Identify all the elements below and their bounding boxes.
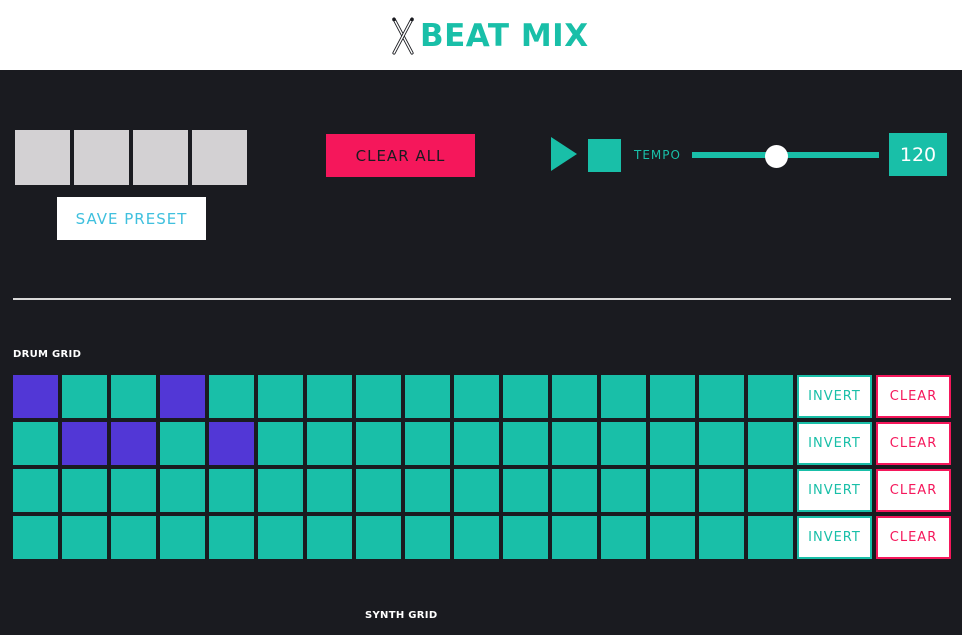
drum-cell[interactable] xyxy=(62,375,107,418)
save-preset-button[interactable]: SAVE PRESET xyxy=(57,197,206,240)
preset-slot-1[interactable] xyxy=(15,130,70,185)
drum-cell[interactable] xyxy=(160,422,205,465)
tempo-value: 120 xyxy=(889,133,947,176)
invert-button[interactable]: INVERT xyxy=(797,469,872,512)
app-header: BEAT MIX xyxy=(0,0,962,70)
preset-slot-4[interactable] xyxy=(192,130,247,185)
app-title: BEAT MIX xyxy=(420,18,589,54)
drum-row: INVERT CLEAR xyxy=(13,375,951,418)
drum-cell[interactable] xyxy=(111,375,156,418)
drum-row: INVERT CLEAR xyxy=(13,516,951,559)
drum-cell[interactable] xyxy=(356,516,401,559)
drum-cell[interactable] xyxy=(356,469,401,512)
drum-cell[interactable] xyxy=(13,375,58,418)
drum-cell[interactable] xyxy=(748,422,793,465)
drum-cell[interactable] xyxy=(111,516,156,559)
drum-cell[interactable] xyxy=(552,422,597,465)
drum-cell[interactable] xyxy=(62,516,107,559)
drum-cell[interactable] xyxy=(13,516,58,559)
drum-cell[interactable] xyxy=(748,375,793,418)
drum-row: INVERT CLEAR xyxy=(13,422,951,465)
drum-cell[interactable] xyxy=(356,422,401,465)
drum-cell[interactable] xyxy=(258,375,303,418)
clear-row-button[interactable]: CLEAR xyxy=(876,469,951,512)
drum-cell[interactable] xyxy=(405,375,450,418)
drum-cell[interactable] xyxy=(258,516,303,559)
drum-cell[interactable] xyxy=(13,469,58,512)
drum-cell[interactable] xyxy=(160,469,205,512)
drum-cell[interactable] xyxy=(552,375,597,418)
drum-row: INVERT CLEAR xyxy=(13,469,951,512)
drum-cell[interactable] xyxy=(454,516,499,559)
drum-cell[interactable] xyxy=(356,375,401,418)
drum-cell[interactable] xyxy=(650,469,695,512)
drum-cell[interactable] xyxy=(552,516,597,559)
drum-cell[interactable] xyxy=(503,516,548,559)
drum-cell[interactable] xyxy=(454,375,499,418)
drum-cell[interactable] xyxy=(699,422,744,465)
drum-cell[interactable] xyxy=(503,422,548,465)
drum-cell[interactable] xyxy=(650,422,695,465)
drum-cell[interactable] xyxy=(503,375,548,418)
drum-cell[interactable] xyxy=(601,375,646,418)
synth-grid-label: SYNTH GRID xyxy=(365,610,438,621)
invert-button[interactable]: INVERT xyxy=(797,375,872,418)
drum-cell[interactable] xyxy=(209,375,254,418)
drum-cell[interactable] xyxy=(405,516,450,559)
drum-cell[interactable] xyxy=(209,516,254,559)
play-icon[interactable] xyxy=(550,136,578,172)
drum-cell[interactable] xyxy=(650,516,695,559)
drum-cell[interactable] xyxy=(699,469,744,512)
drumsticks-icon xyxy=(392,17,414,55)
drum-cell[interactable] xyxy=(748,469,793,512)
drum-cell[interactable] xyxy=(62,422,107,465)
preset-slot-3[interactable] xyxy=(133,130,188,185)
drum-cell[interactable] xyxy=(258,469,303,512)
preset-slot-2[interactable] xyxy=(74,130,129,185)
drum-cell[interactable] xyxy=(503,469,548,512)
clear-row-button[interactable]: CLEAR xyxy=(876,375,951,418)
invert-button[interactable]: INVERT xyxy=(797,422,872,465)
section-divider xyxy=(13,298,951,300)
drum-cell[interactable] xyxy=(111,422,156,465)
drum-cell[interactable] xyxy=(160,516,205,559)
drum-cell[interactable] xyxy=(209,422,254,465)
drum-cell[interactable] xyxy=(307,516,352,559)
drum-cell[interactable] xyxy=(601,422,646,465)
drum-cell[interactable] xyxy=(13,422,58,465)
drum-cell[interactable] xyxy=(650,375,695,418)
drum-cell[interactable] xyxy=(699,516,744,559)
drum-grid: INVERT CLEAR INVERT CLEAR INVERT CLEAR INVERT C… xyxy=(13,375,951,563)
drum-cell[interactable] xyxy=(307,375,352,418)
drum-cell[interactable] xyxy=(454,422,499,465)
drum-cell[interactable] xyxy=(209,469,254,512)
drum-cell[interactable] xyxy=(62,469,107,512)
drum-cell[interactable] xyxy=(405,422,450,465)
stop-icon[interactable] xyxy=(588,139,621,172)
drum-cell[interactable] xyxy=(258,422,303,465)
drum-cell[interactable] xyxy=(307,422,352,465)
drum-cell[interactable] xyxy=(552,469,597,512)
drum-cell[interactable] xyxy=(160,375,205,418)
tempo-slider-thumb[interactable] xyxy=(765,145,788,168)
invert-button[interactable]: INVERT xyxy=(797,516,872,559)
main-panel: SAVE PRESET CLEAR ALL TEMPO 120 DRUM GRI… xyxy=(0,70,962,635)
clear-all-button[interactable]: CLEAR ALL xyxy=(326,134,475,177)
logo: BEAT MIX xyxy=(390,16,589,56)
clear-row-button[interactable]: CLEAR xyxy=(876,422,951,465)
clear-row-button[interactable]: CLEAR xyxy=(876,516,951,559)
drum-cell[interactable] xyxy=(601,516,646,559)
drum-cell[interactable] xyxy=(111,469,156,512)
drum-cell[interactable] xyxy=(748,516,793,559)
drum-cell[interactable] xyxy=(601,469,646,512)
drum-cell[interactable] xyxy=(699,375,744,418)
drum-cell[interactable] xyxy=(454,469,499,512)
tempo-label: TEMPO xyxy=(634,148,681,162)
drum-cell[interactable] xyxy=(405,469,450,512)
drum-cell[interactable] xyxy=(307,469,352,512)
drum-grid-label: DRUM GRID xyxy=(13,349,82,360)
